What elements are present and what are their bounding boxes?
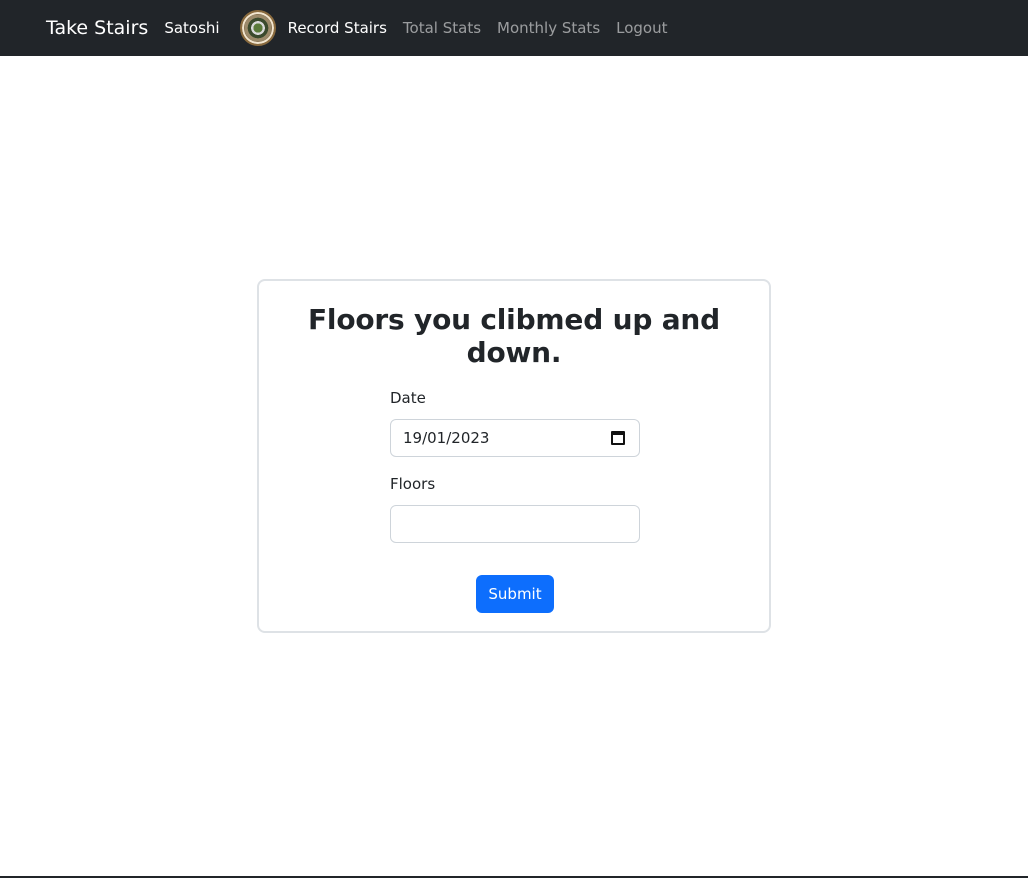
brand-link[interactable]: Take Stairs	[46, 17, 148, 39]
nav-link-total-stats[interactable]: Total Stats	[403, 19, 481, 37]
floors-label: Floors	[390, 475, 436, 493]
date-input[interactable]: 19/01/2023	[390, 419, 640, 457]
page-title: Floors you clibmed up and down.	[308, 303, 720, 369]
nav-link-logout[interactable]: Logout	[616, 19, 667, 37]
date-label: Date	[390, 389, 426, 407]
username-label: Satoshi	[164, 19, 220, 37]
calendar-icon[interactable]	[611, 431, 625, 445]
nav-link-record-stairs[interactable]: Record Stairs	[288, 19, 387, 37]
submit-button[interactable]: Submit	[476, 575, 554, 613]
floors-input[interactable]	[390, 505, 640, 543]
avatar[interactable]	[239, 10, 276, 46]
top-navbar: Take Stairs Satoshi Record Stairs Total …	[0, 0, 1028, 56]
nav-link-monthly-stats[interactable]: Monthly Stats	[497, 19, 600, 37]
date-value: 19/01/2023	[403, 429, 490, 447]
record-stairs-card: Floors you clibmed up and down. Date 19/…	[257, 279, 771, 633]
